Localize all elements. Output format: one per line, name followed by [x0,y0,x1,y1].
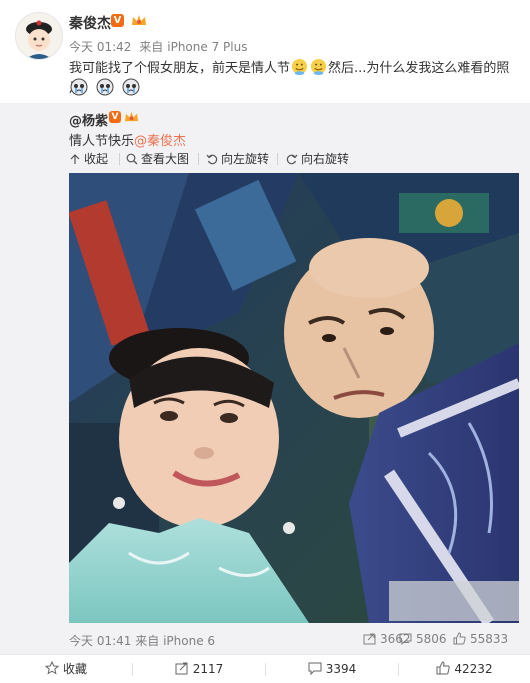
rotate-right-label: 向右旋转 [301,152,350,166]
comment-label: 3394 [325,662,357,676]
vip-crown-icon [132,15,146,25]
repost-comment-count[interactable]: 5806 [399,632,447,646]
post-text-part1: 我可能找了个假女朋友，前天是情人节 [69,61,291,76]
repost-text-body: 情人节快乐 [69,134,135,149]
repost-like-count[interactable]: 55833 [453,632,508,646]
thumbs-up-icon [453,632,466,645]
action-bar: 收藏 2117 3394 42232 [0,654,530,683]
rotate-left-button[interactable]: 向左旋转 [206,150,269,168]
repost-block: @杨紫 V 情人节快乐@秦俊杰 收起 查看大图 向左旋转 向右旋转 今天 01:… [0,103,530,654]
favorite-button[interactable]: 收藏 [0,655,132,683]
comment-count-label: 5806 [416,632,447,646]
divider [119,153,120,165]
crying-emoji-icon [122,78,140,96]
like-label: 42232 [454,662,493,676]
magnifier-icon [126,153,138,165]
like-button[interactable]: 42232 [399,655,530,683]
forward-icon [363,633,376,645]
collapse-button[interactable]: 收起 [69,150,108,168]
verified-v-icon: V [109,111,121,123]
rotate-right-icon [286,154,298,165]
comment-icon [399,633,412,645]
divider [198,153,199,165]
selfie-photo-image [69,173,519,623]
divider [277,153,278,165]
post-time[interactable]: 今天 01:42 [69,40,131,54]
favorite-label: 收藏 [62,662,87,676]
thumbs-up-icon [436,661,451,675]
view-large-button[interactable]: 查看大图 [126,150,189,168]
repost-author[interactable]: @杨紫 [69,110,108,129]
post-meta: 今天 01:42 来自 iPhone 7 Plus [69,38,251,55]
collapse-arrow-icon [70,154,80,164]
repost-mention-link[interactable]: @秦俊杰 [134,134,186,149]
repost-time[interactable]: 今天 01:41 [69,634,131,648]
star-icon [44,661,59,675]
smile-emoji-icon [310,58,327,75]
forward-label: 2117 [192,662,224,676]
post-source[interactable]: iPhone 7 Plus [167,40,247,54]
rotate-left-label: 向左旋转 [221,152,270,166]
repost-source-prefix: 来自 [135,634,160,648]
crying-emoji-icon [96,78,114,96]
crying-emoji-icon [70,78,88,96]
comment-icon [308,662,322,675]
comment-button[interactable]: 3394 [266,655,398,683]
vip-crown-icon [125,111,138,122]
collapse-label: 收起 [84,152,109,166]
forward-icon [175,662,188,675]
smile-emoji-icon [291,58,308,75]
like-count-label: 55833 [470,632,509,646]
forward-button[interactable]: 2117 [133,655,265,683]
verified-v-icon: V [111,14,124,27]
author-avatar[interactable] [15,12,63,60]
emoji-row [69,78,142,98]
view-large-label: 查看大图 [141,152,190,166]
repost-meta: 今天 01:41 来自 iPhone 6 [69,632,215,649]
author-name[interactable]: 秦俊杰 [69,13,111,33]
repost-footer: 今天 01:41 来自 iPhone 6 3662 5806 55833 [69,632,519,650]
repost-source[interactable]: iPhone 6 [163,634,215,648]
rotate-right-button[interactable]: 向右旋转 [286,150,349,168]
post-source-prefix: 来自 [139,40,164,54]
rotate-left-icon [206,154,218,165]
repost-photo[interactable] [69,173,519,623]
repost-text: 情人节快乐@秦俊杰 [69,130,186,149]
weibo-card: 秦俊杰 V 今天 01:42 来自 iPhone 7 Plus 我可能找了个假女朋… [0,0,530,683]
